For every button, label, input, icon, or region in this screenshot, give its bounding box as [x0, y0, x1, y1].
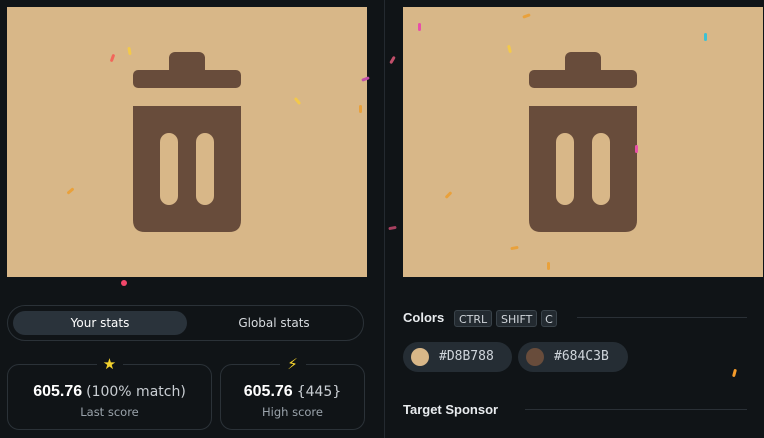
- trash-icon: [133, 52, 241, 232]
- color-swatch: [526, 348, 544, 366]
- confetti-piece: [109, 53, 116, 63]
- confetti-piece: [510, 245, 519, 251]
- confetti-piece: [389, 55, 396, 65]
- confetti-piece: [635, 145, 638, 153]
- color-chip-1[interactable]: #D8B788: [403, 342, 512, 372]
- target-canvas: [403, 7, 763, 277]
- confetti-piece: [507, 44, 512, 54]
- confetti-piece: [127, 46, 132, 56]
- color-swatch: [411, 348, 429, 366]
- color-hex: #D8B788: [439, 349, 494, 364]
- confetti-piece: [732, 368, 737, 378]
- lightning-icon: ⚡: [279, 355, 306, 373]
- colors-title: Colors: [403, 310, 445, 325]
- shortcut-key-shift: SHIFT: [496, 310, 537, 327]
- user-canvas[interactable]: [7, 7, 367, 277]
- confetti-piece: [522, 13, 531, 19]
- confetti-piece: [359, 105, 362, 113]
- high-score-value: 605.76: [243, 383, 293, 400]
- high-score-card: ⚡ 605.76 {445} High score: [220, 355, 365, 430]
- confetti-piece: [293, 96, 302, 106]
- confetti-piece: [444, 191, 453, 199]
- stats-tab-bar: Your stats Global stats: [7, 305, 364, 341]
- last-score-label: Last score: [80, 405, 139, 419]
- confetti-piece: [418, 23, 421, 31]
- color-chip-2[interactable]: #684C3B: [518, 342, 628, 372]
- shortcut-key-ctrl: CTRL: [454, 310, 492, 327]
- last-score-match: (100% match): [86, 384, 186, 400]
- last-score-card: ★ 605.76 (100% match) Last score: [7, 355, 212, 430]
- confetti-piece: [388, 225, 397, 231]
- tab-global-stats[interactable]: Global stats: [189, 311, 359, 335]
- confetti-piece: [704, 33, 707, 41]
- confetti-piece: [547, 262, 550, 270]
- star-icon: ★: [96, 355, 123, 373]
- sponsor-title: Target Sponsor: [403, 402, 499, 417]
- confetti-piece: [66, 187, 75, 195]
- high-score-label: High score: [262, 405, 323, 419]
- color-hex: #684C3B: [554, 349, 609, 364]
- trash-icon: [529, 52, 637, 232]
- section-divider: [525, 409, 747, 410]
- high-score-count: {445}: [296, 384, 342, 400]
- shortcut-key-c: C: [541, 310, 557, 327]
- last-score-value: 605.76: [33, 383, 83, 400]
- tab-your-stats[interactable]: Your stats: [13, 311, 187, 335]
- panel-divider: [384, 0, 385, 438]
- confetti-piece: [121, 280, 127, 286]
- section-divider: [577, 317, 747, 318]
